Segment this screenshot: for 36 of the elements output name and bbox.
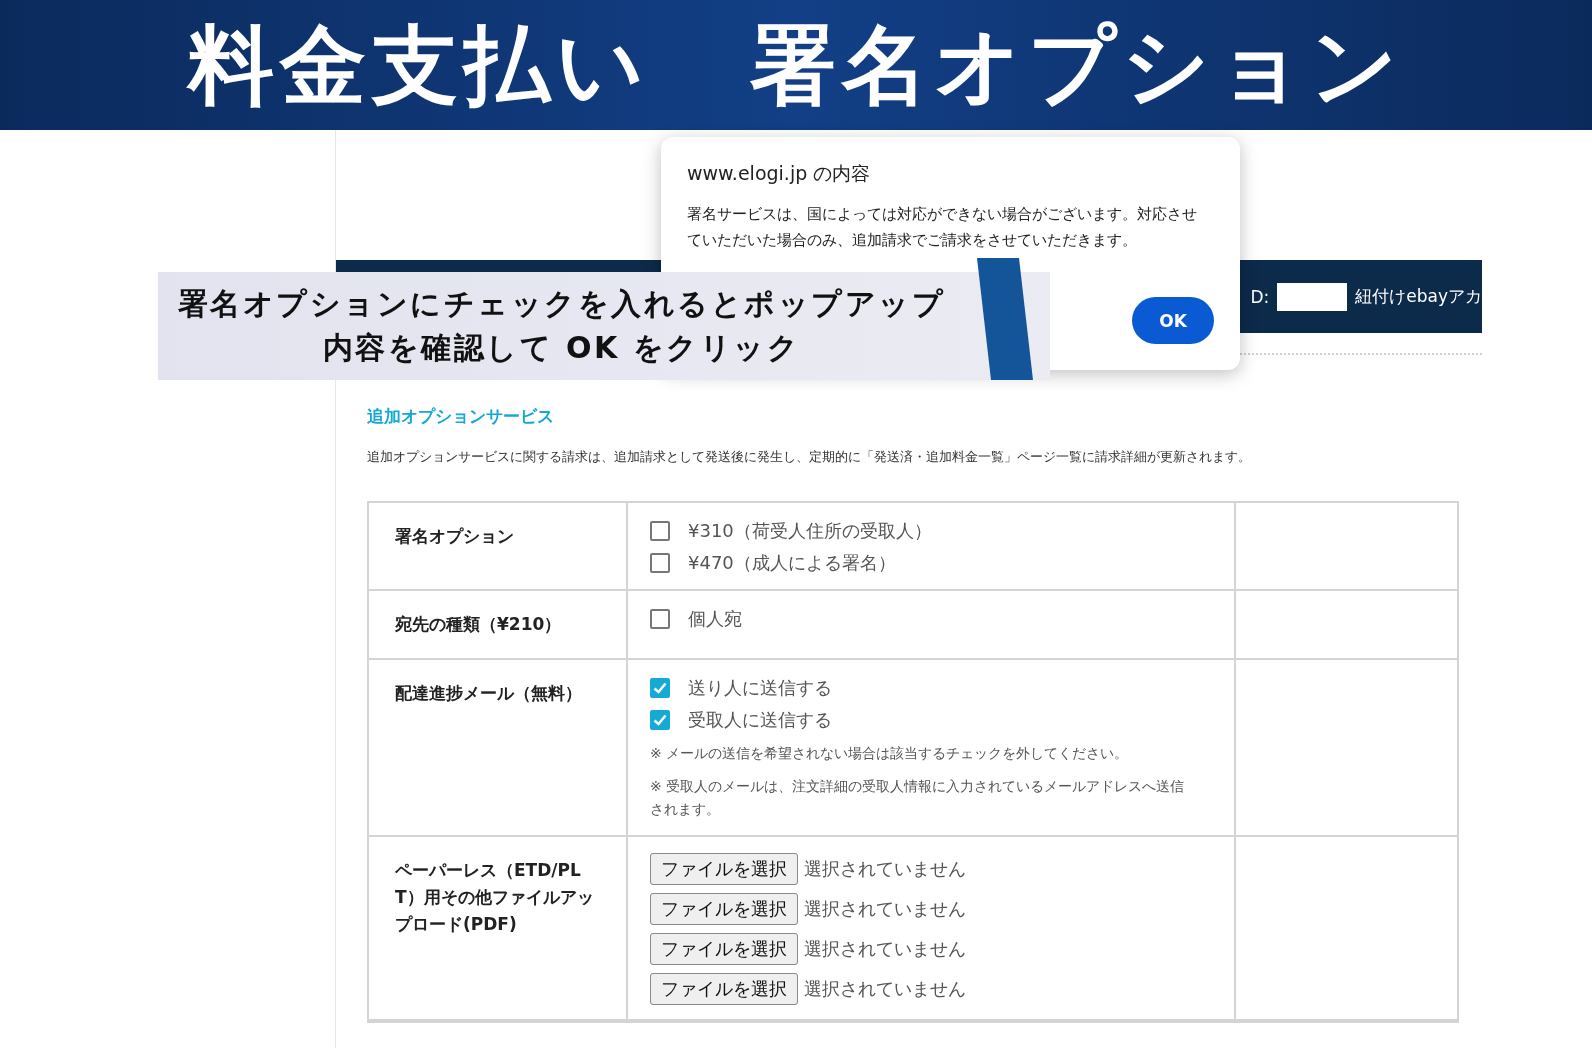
row-label: 配達進捗メール（無料） [395,682,583,705]
option-label: ¥310（荷受人住所の受取人） [688,519,932,543]
callout-text: 内容を確認して OK をクリック [322,329,801,367]
choose-file-button[interactable]: ファイルを選択 [650,933,798,965]
checkbox[interactable] [650,609,670,629]
banner-title: 料金支払い [188,22,650,108]
file-status: 選択されていません [804,857,966,881]
note-text: ※ メールの送信を希望されない場合は該当するチェックを外してください。 [650,744,1130,763]
id-label: D: [1250,286,1270,307]
dialog-title: www.elogi.jp の内容 [687,161,872,186]
file-status: 選択されていません [804,897,966,921]
masked-id [1277,282,1348,311]
checkbox[interactable] [650,553,670,573]
row-label: 宛先の種類（¥210） [395,613,563,636]
ok-button[interactable]: OK [1132,297,1214,344]
option-label: 送り人に送信する [688,676,832,700]
account-label: 紐付けebayアカ [1355,285,1482,308]
option-label: 受取人に送信する [688,708,832,732]
file-status: 選択されていません [804,937,966,961]
section-title: 追加オプションサービス [367,405,555,428]
option-label: 個人宛 [688,607,742,631]
checkbox[interactable] [650,521,670,541]
choose-file-button[interactable]: ファイルを選択 [650,973,798,1005]
checkbox[interactable] [650,678,670,698]
row-label: 署名オプション [395,525,515,548]
section-description: 追加オプションサービスに関する請求は、追加請求として発送後に発生し、定期的に「発送済・追加料金一覧」ページ一覧に請求詳細が更新されます。 [367,448,1252,466]
checkbox[interactable] [650,710,670,730]
choose-file-button[interactable]: ファイルを選択 [650,853,798,885]
file-status: 選択されていません [804,977,966,1001]
note-text: ※ 受取人のメールは、注文詳細の受取人情報に入力されているメールアドレスへ送信されます。 [650,777,1186,819]
banner-title: 署名オプション [750,22,1404,108]
option-label: ¥470（成人による署名） [688,551,896,575]
dialog-message: 署名サービスは、国によっては対応ができない場合がございます。対応させていただいた場合のみ、追加請求でご請求をさせていただきます。 [687,204,1198,251]
choose-file-button[interactable]: ファイルを選択 [650,893,798,925]
row-label: ペーパーレス（ETD/PLT）用その他ファイルアップロード(PDF) [395,859,595,936]
callout-text: 署名オプションにチェックを入れるとポップアップ [177,285,946,323]
